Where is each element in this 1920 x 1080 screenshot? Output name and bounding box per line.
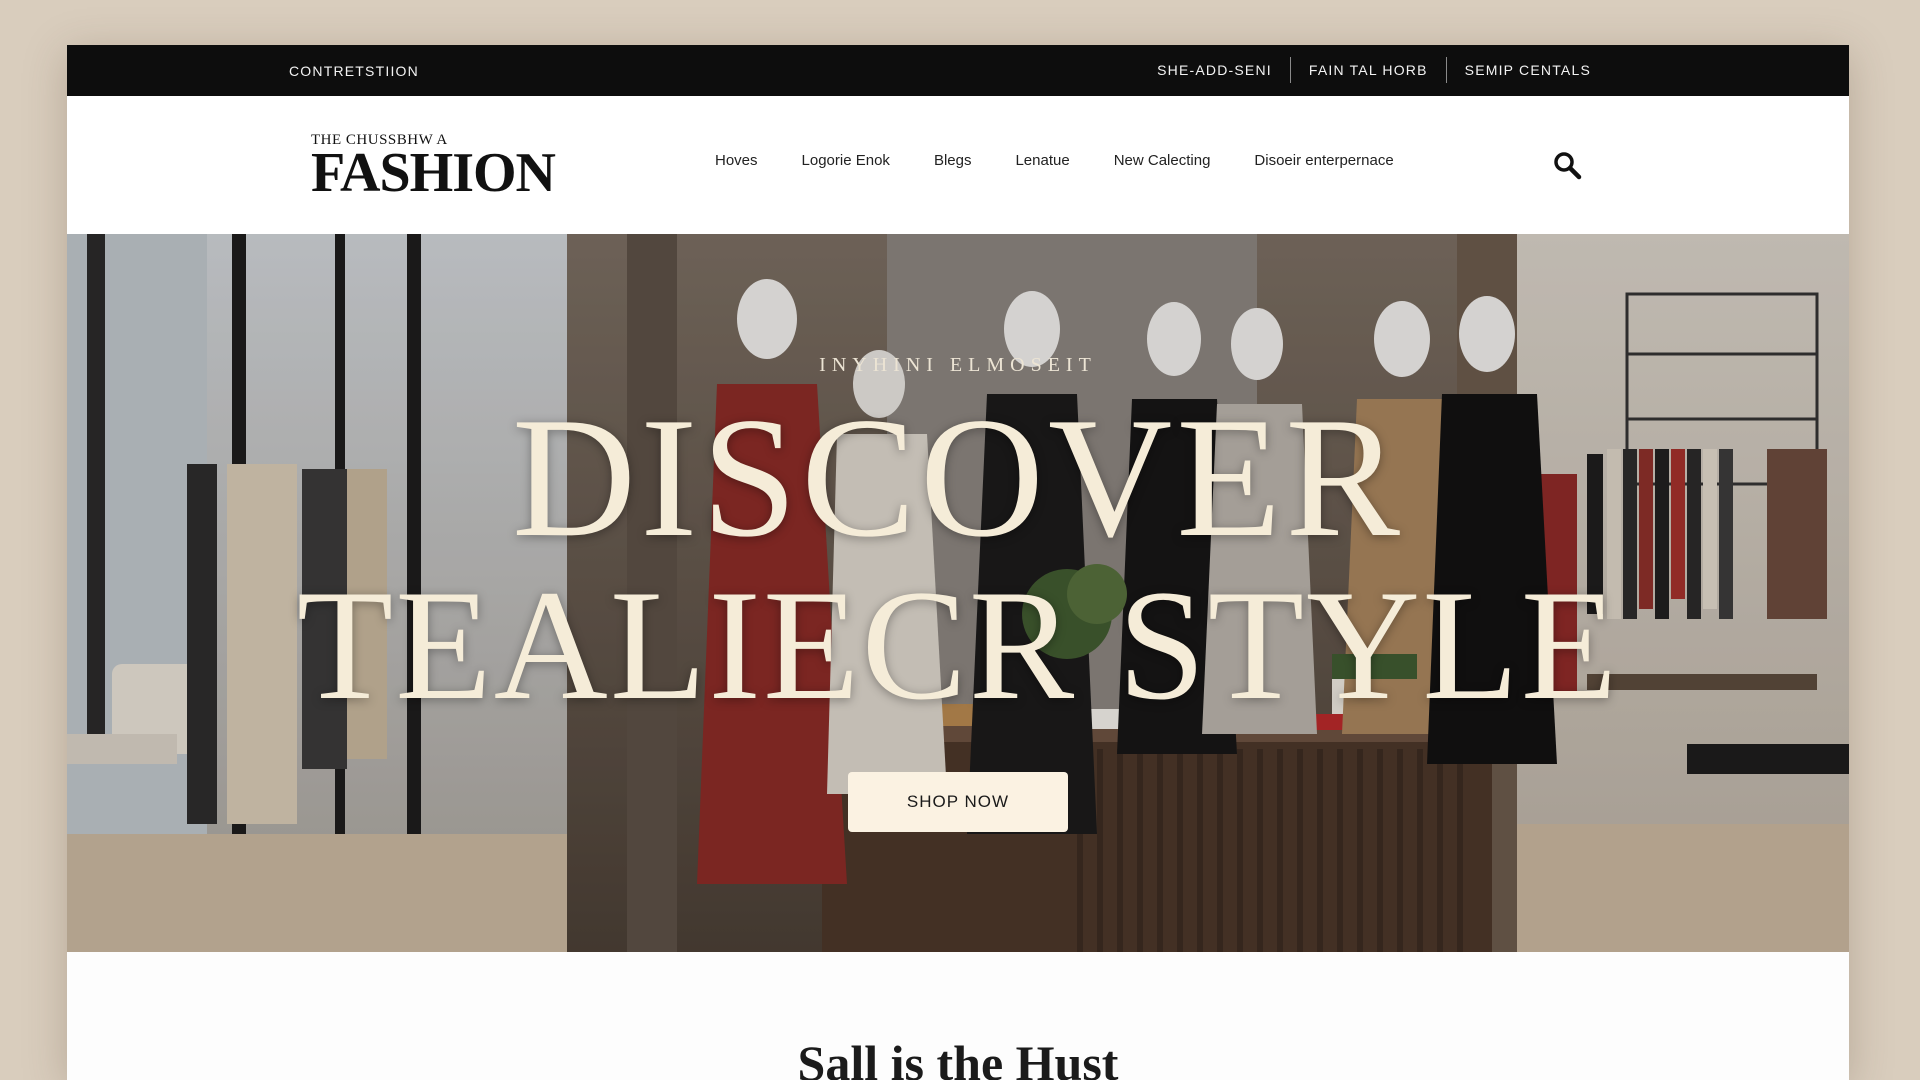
logo-wordmark: FASHION xyxy=(311,142,556,204)
hero-banner: INYHINI ELMOSEIT DISCOVER TEALIECR STYLE… xyxy=(67,234,1849,952)
hero-title-line1: DISCOVER xyxy=(511,383,1405,573)
search-icon[interactable] xyxy=(1552,150,1582,180)
utility-bar: CONTRETSTIION SHE-ADD-SENI FAIN TAL HORB… xyxy=(67,45,1849,96)
utility-link-1[interactable]: SHE-ADD-SENI xyxy=(1139,62,1290,78)
nav-item-lenatue[interactable]: Lenatue xyxy=(1015,152,1069,169)
site-logo[interactable]: THE CHUSSBHW A FASHION xyxy=(311,133,556,204)
nav-item-logorie-enok[interactable]: Logorie Enok xyxy=(802,152,890,169)
utility-link-3[interactable]: SEMIP CENTALS xyxy=(1447,62,1609,78)
nav-item-new-calecting[interactable]: New Calecting xyxy=(1114,152,1211,169)
hero-title-line2: TEALIECR STYLE xyxy=(296,558,1620,733)
site-header: THE CHUSSBHW A FASHION Hoves Logorie Eno… xyxy=(67,96,1849,234)
utility-link-contretstiion[interactable]: CONTRETSTIION xyxy=(289,63,419,79)
nav-item-hoves[interactable]: Hoves xyxy=(715,152,758,169)
utility-link-2[interactable]: FAIN TAL HORB xyxy=(1291,62,1446,78)
browser-frame: CONTRETSTIION SHE-ADD-SENI FAIN TAL HORB… xyxy=(67,45,1849,1080)
section-title: Sall is the Hust xyxy=(797,1035,1119,1080)
featured-section: Sall is the Hust xyxy=(67,952,1849,1080)
nav-item-blegs[interactable]: Blegs xyxy=(934,152,972,169)
utility-links: SHE-ADD-SENI FAIN TAL HORB SEMIP CENTALS xyxy=(1139,57,1609,83)
main-nav: Hoves Logorie Enok Blegs Lenatue New Cal… xyxy=(715,152,1438,169)
hero-eyebrow: INYHINI ELMOSEIT xyxy=(819,354,1097,376)
nav-item-disoeir-enterpernace[interactable]: Disoeir enterpernace xyxy=(1254,152,1393,169)
shop-now-button[interactable]: SHOP NOW xyxy=(848,772,1068,832)
